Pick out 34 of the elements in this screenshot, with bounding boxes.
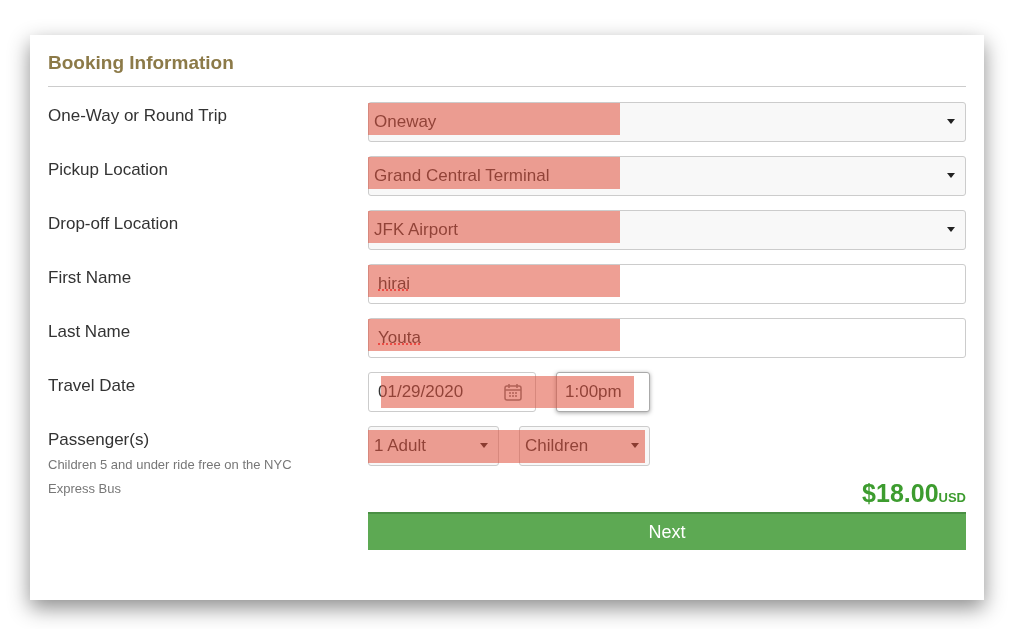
price-amount: $18.00 [862, 477, 939, 509]
input-value: Youta [378, 326, 421, 349]
text-input[interactable]: hirai [368, 263, 966, 304]
field-label: Last Name [48, 320, 132, 343]
caret-icon [947, 173, 955, 178]
select-dropdown[interactable]: Children [519, 425, 650, 466]
calendar-icon[interactable] [503, 381, 523, 402]
text-input[interactable]: Youta [368, 317, 966, 358]
form-title: Booking Information [48, 49, 966, 87]
time-input[interactable]: 1:00pm [556, 371, 650, 412]
caret-icon [480, 443, 488, 448]
input-value: hirai [378, 272, 411, 295]
currency-label: USD [938, 489, 966, 507]
next-button[interactable]: Next [368, 512, 966, 550]
field-label: Pickup Location [48, 158, 170, 181]
caret-icon [947, 227, 955, 232]
caret-icon [947, 119, 955, 124]
select-value: Children [525, 434, 589, 457]
help-text: Children 5 and under ride free on the NYC Express Bus [48, 455, 293, 498]
field-label: One-Way or Round Trip [48, 104, 228, 127]
field-label: First Name [48, 266, 133, 289]
select-dropdown[interactable]: Grand Central Terminal [368, 155, 966, 196]
field-label: Drop-off Location [48, 212, 180, 235]
time-value: 1:00pm [565, 380, 622, 403]
select-value: Oneway [374, 110, 437, 133]
field-label: Travel Date [48, 374, 137, 397]
select-dropdown[interactable]: 1 Adult [368, 425, 499, 466]
select-dropdown[interactable]: Oneway [368, 101, 966, 142]
select-value: Grand Central Terminal [374, 164, 550, 187]
select-dropdown[interactable]: JFK Airport [368, 209, 966, 250]
field-label: Passenger(s) [48, 428, 151, 451]
select-value: 1 Adult [374, 434, 426, 457]
caret-icon [631, 443, 639, 448]
select-value: JFK Airport [374, 218, 459, 241]
